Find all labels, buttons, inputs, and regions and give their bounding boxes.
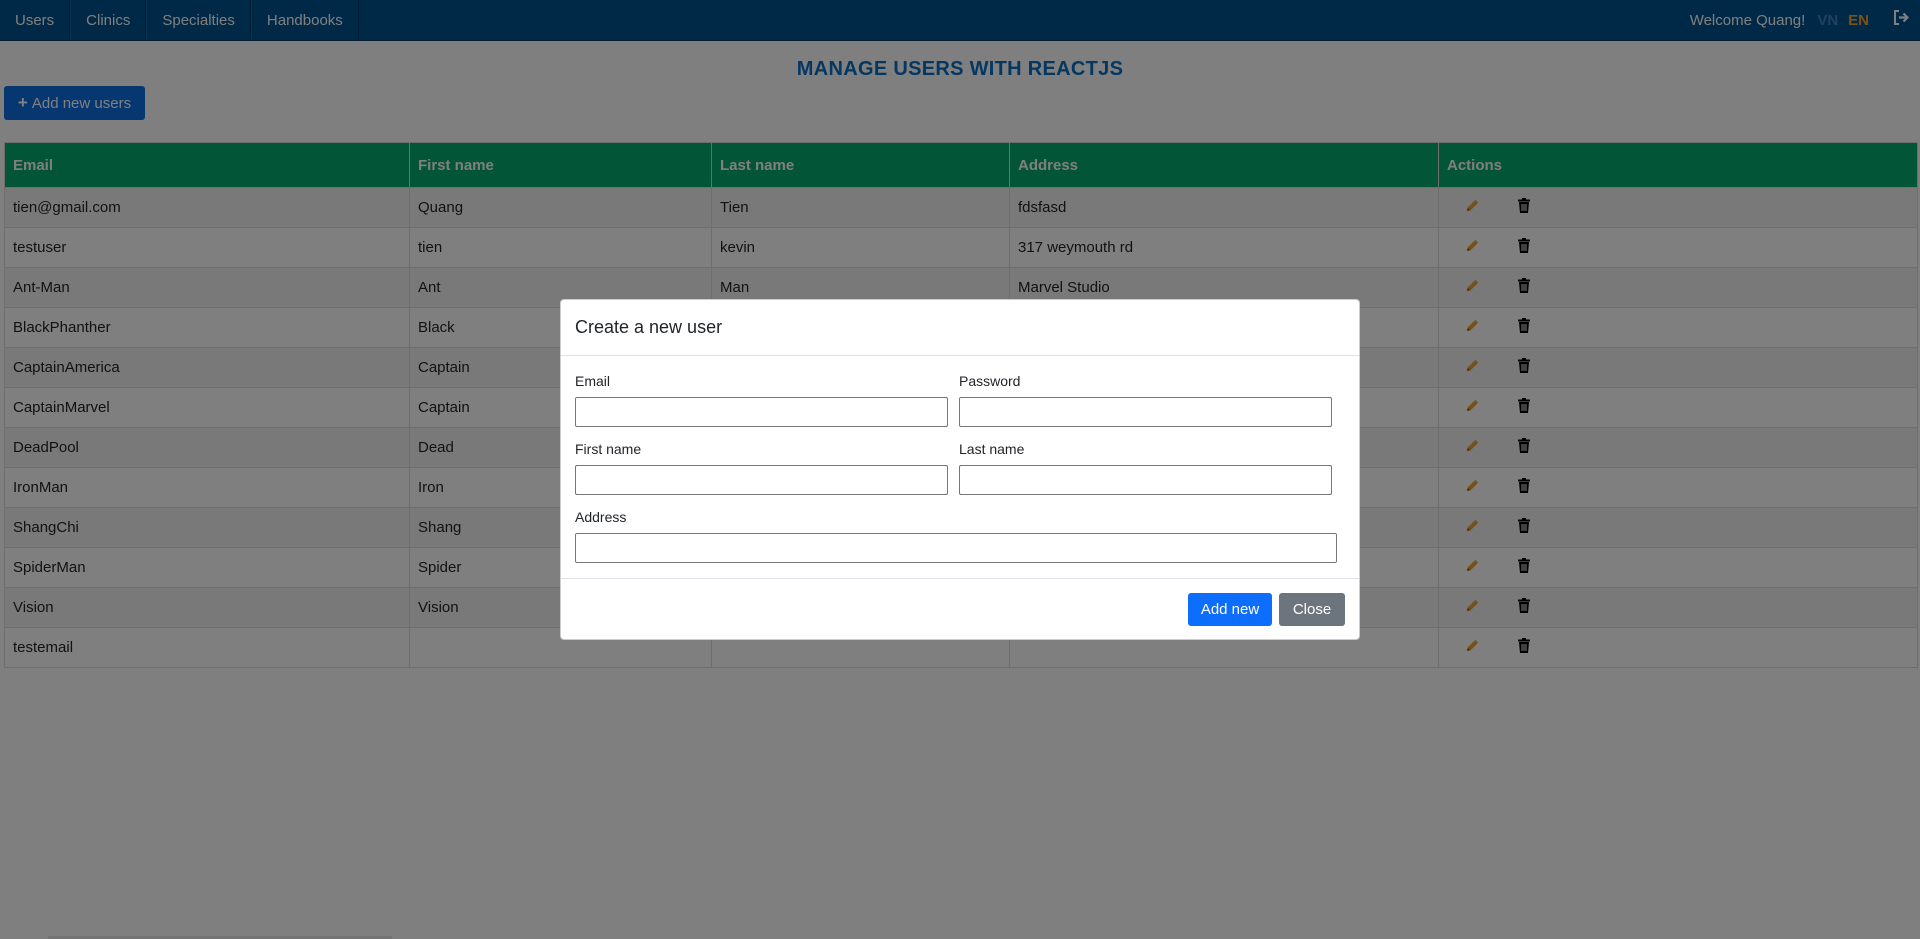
modal-body: Email Password First name Last name Addr… <box>561 356 1359 578</box>
create-user-modal: Create a new user Email Password First n… <box>560 299 1360 640</box>
last-name-field[interactable] <box>959 465 1332 495</box>
modal-header: Create a new user <box>561 300 1359 356</box>
modal-footer: Add new Close <box>561 578 1359 640</box>
address-field[interactable] <box>575 533 1337 563</box>
first-name-field[interactable] <box>575 465 948 495</box>
email-field[interactable] <box>575 397 948 427</box>
last-name-label: Last name <box>959 441 1025 457</box>
add-new-button[interactable]: Add new <box>1188 593 1272 626</box>
close-button[interactable]: Close <box>1279 593 1345 626</box>
password-field[interactable] <box>959 397 1332 427</box>
email-label: Email <box>575 373 611 389</box>
modal-title: Create a new user <box>575 317 723 337</box>
address-label: Address <box>575 509 627 525</box>
password-label: Password <box>959 373 1021 389</box>
first-name-label: First name <box>575 441 642 457</box>
